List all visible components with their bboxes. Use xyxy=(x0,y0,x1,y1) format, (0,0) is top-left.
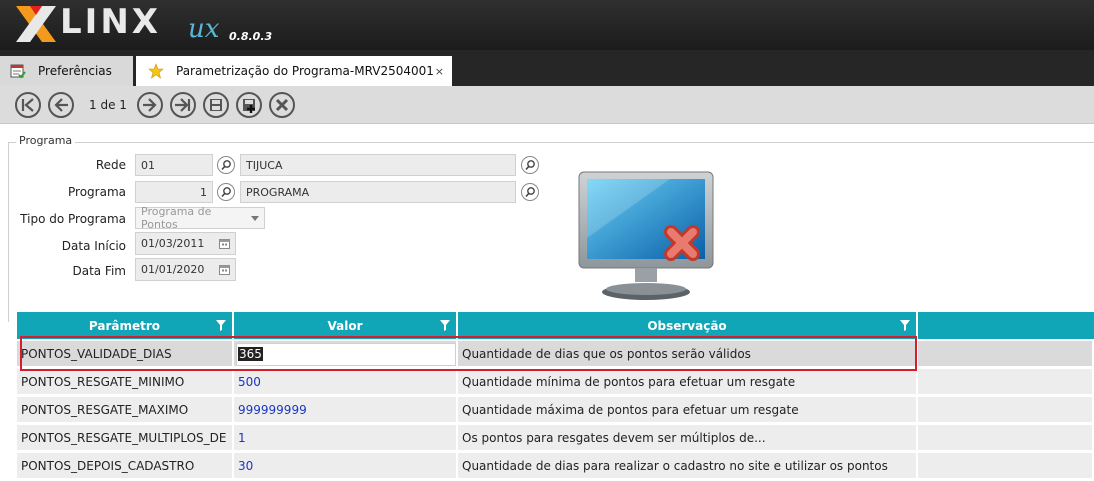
rede-search-icon[interactable] xyxy=(216,155,236,175)
filter-icon[interactable] xyxy=(900,320,910,331)
valor-cell[interactable]: 999999999 xyxy=(234,397,458,424)
valor-cell[interactable]: 1 xyxy=(234,425,458,452)
column-header-empty xyxy=(918,312,1094,339)
save-new-icon xyxy=(235,91,262,118)
tab-bar: Preferências Parametrização do Programa-… xyxy=(0,50,1094,86)
param-cell: PONTOS_VALIDADE_DIAS xyxy=(17,341,234,368)
programa-name-search-icon[interactable] xyxy=(520,182,540,202)
tab-parametrizacao[interactable]: Parametrização do Programa-MRV2504001 × xyxy=(136,56,452,86)
rede-name-input: TIJUCA xyxy=(240,154,516,176)
data-inicio-input[interactable]: 01/03/2011 xyxy=(135,232,236,255)
prev-page-button[interactable] xyxy=(46,90,76,120)
column-header-valor[interactable]: Valor xyxy=(234,312,458,339)
empty-cell xyxy=(918,341,1094,368)
table-row[interactable]: PONTOS_RESGATE_MAXIMO 999999999 Quantida… xyxy=(17,397,1094,424)
filter-icon[interactable] xyxy=(440,320,450,331)
param-cell: PONTOS_RESGATE_MAXIMO xyxy=(17,397,234,424)
app-version: 0.8.0.3 xyxy=(229,30,273,43)
preferences-icon xyxy=(10,64,26,79)
tab-preferencias[interactable]: Preferências xyxy=(0,56,133,86)
column-header-observacao[interactable]: Observação xyxy=(458,312,918,339)
calendar-icon[interactable] xyxy=(219,264,230,275)
tab-label: Parametrização do Programa-MRV2504001 xyxy=(176,64,434,78)
programa-label: Programa xyxy=(68,185,126,199)
param-cell: PONTOS_DEPOIS_CADASTRO xyxy=(17,453,234,480)
tipo-programa-placeholder: Programa de Pontos xyxy=(141,205,212,231)
empty-cell xyxy=(918,425,1094,452)
rede-code-input[interactable]: 01 xyxy=(135,154,213,176)
app-header: LINX ux 0.8.0.3 xyxy=(0,0,1094,50)
obs-cell: Quantidade de dias para realizar o cadas… xyxy=(458,453,918,480)
column-header-parametro[interactable]: Parâmetro xyxy=(17,312,234,339)
star-icon xyxy=(148,63,164,79)
valor-cell[interactable]: 30 xyxy=(234,453,458,480)
param-cell: PONTOS_RESGATE_MULTIPLOS_DE xyxy=(17,425,234,452)
table-row[interactable]: PONTOS_DEPOIS_CADASTRO 30 Quantidade de … xyxy=(17,453,1094,480)
calendar-icon[interactable] xyxy=(219,238,230,249)
save-new-button[interactable] xyxy=(234,90,264,120)
programa-legend: Programa xyxy=(16,134,76,147)
save-button[interactable] xyxy=(201,90,231,120)
tab-label: Preferências xyxy=(38,64,112,78)
tipo-programa-select[interactable]: Programa de Pontos xyxy=(135,205,265,231)
obs-cell: Quantidade de dias que os pontos serão v… xyxy=(458,341,918,368)
empty-cell xyxy=(918,453,1094,480)
empty-cell xyxy=(918,397,1094,424)
obs-cell: Quantidade mínima de pontos para efetuar… xyxy=(458,369,918,396)
programa-search-icon[interactable] xyxy=(216,182,236,202)
valor-cell[interactable]: 500 xyxy=(234,369,458,396)
tipo-programa-label: Tipo do Programa xyxy=(20,212,126,226)
rede-name-search-icon[interactable] xyxy=(520,155,540,175)
table-row[interactable]: PONTOS_RESGATE_MULTIPLOS_DE 1 Os pontos … xyxy=(17,425,1094,452)
monitor-error-icon xyxy=(578,171,714,300)
obs-cell: Os pontos para resgates devem ser múltip… xyxy=(458,425,918,452)
valor-selected-text: 365 xyxy=(238,347,263,361)
save-icon xyxy=(202,91,229,118)
first-page-icon xyxy=(15,91,41,118)
data-fim-label: Data Fim xyxy=(72,264,126,278)
brand-name: LINX xyxy=(60,2,161,42)
linx-logo-icon xyxy=(16,6,56,42)
next-page-icon xyxy=(136,91,163,118)
cancel-button[interactable] xyxy=(267,90,297,120)
data-fim-value: 01/01/2020 xyxy=(141,263,205,276)
close-tab-icon[interactable]: × xyxy=(435,65,444,78)
obs-cell: Quantidade máxima de pontos para efetuar… xyxy=(458,397,918,424)
table-row[interactable]: PONTOS_RESGATE_MINIMO 500 Quantidade mín… xyxy=(17,369,1094,396)
brand-sub: ux xyxy=(188,14,220,44)
chevron-down-icon xyxy=(251,215,259,221)
valor-edit-input[interactable]: 365 xyxy=(236,343,456,366)
filter-icon[interactable] xyxy=(216,320,226,331)
data-inicio-label: Data Início xyxy=(61,239,126,253)
last-page-icon xyxy=(169,91,196,118)
empty-cell xyxy=(918,369,1094,396)
data-fim-input[interactable]: 01/01/2020 xyxy=(135,258,236,281)
last-page-button[interactable] xyxy=(168,90,198,120)
cancel-icon xyxy=(268,91,295,118)
first-page-button[interactable] xyxy=(13,90,43,120)
rede-label: Rede xyxy=(95,158,126,172)
next-page-button[interactable] xyxy=(135,90,165,120)
data-inicio-value: 01/03/2011 xyxy=(141,237,205,250)
prev-page-icon xyxy=(48,91,74,118)
programa-code-input[interactable]: 1 xyxy=(135,181,213,203)
programa-name-input: PROGRAMA xyxy=(240,181,516,203)
table-row[interactable]: PONTOS_VALIDADE_DIAS 365 Quantidade de d… xyxy=(17,341,1094,368)
page-indicator: 1 de 1 xyxy=(89,97,127,112)
param-cell: PONTOS_RESGATE_MINIMO xyxy=(17,369,234,396)
toolbar: 1 de 1 xyxy=(0,86,1094,124)
